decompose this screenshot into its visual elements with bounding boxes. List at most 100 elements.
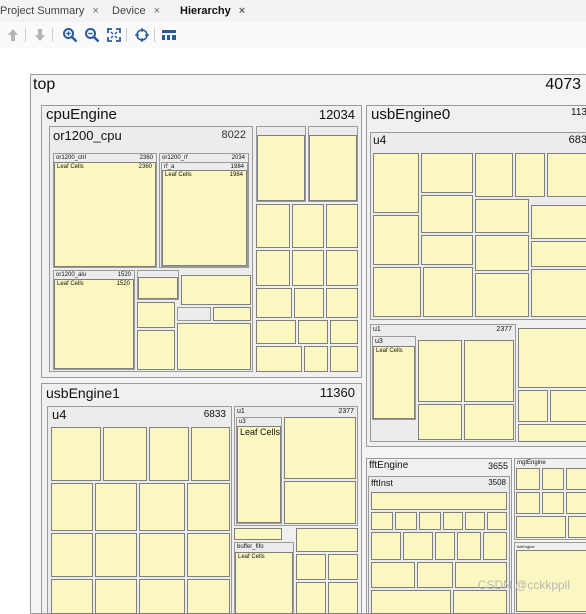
leaf-block[interactable] [296, 582, 326, 614]
leaf-block[interactable] [403, 532, 433, 560]
leaf-block[interactable] [292, 250, 324, 286]
leaf-block[interactable] [483, 532, 507, 560]
leaf-block[interactable] [294, 288, 324, 318]
leaf-block[interactable] [187, 483, 230, 531]
leaf-block[interactable] [256, 288, 292, 318]
close-icon[interactable]: × [154, 5, 160, 17]
legend-icon[interactable] [159, 25, 179, 45]
leaf-block[interactable] [328, 582, 358, 614]
leaf-block[interactable] [137, 302, 175, 328]
tab-project-summary[interactable]: Project Summary × [0, 0, 99, 22]
leaf-block[interactable] [423, 267, 473, 317]
leaf-block[interactable] [326, 288, 358, 318]
leaf-block[interactable] [566, 492, 586, 514]
leaf-block[interactable] [518, 424, 586, 442]
leaf-block[interactable] [465, 512, 485, 530]
crosshair-icon[interactable] [132, 25, 152, 45]
zoom-out-icon[interactable] [82, 25, 102, 45]
leaf-block[interactable] [234, 528, 282, 540]
leaf-block[interactable] [256, 250, 290, 286]
close-icon[interactable]: × [239, 5, 245, 17]
leaf-block[interactable] [103, 427, 147, 481]
zoom-in-icon[interactable] [60, 25, 80, 45]
leaf-cells-block[interactable]: Leaf Cells 2360 [54, 162, 156, 267]
arrow-down-icon[interactable] [30, 25, 50, 45]
leaf-block[interactable] [453, 590, 507, 614]
leaf-block[interactable] [550, 390, 586, 422]
leaf-block[interactable] [515, 153, 545, 197]
leaf-block[interactable] [421, 153, 473, 193]
leaf-block[interactable] [475, 273, 529, 317]
leaf-block[interactable] [296, 528, 358, 552]
leaf-cells-block[interactable]: Leaf Cells 1984 [162, 170, 247, 266]
treemap-node-submodule[interactable] [177, 307, 211, 321]
leaf-block[interactable] [531, 241, 586, 267]
leaf-block[interactable] [518, 328, 586, 388]
leaf-block[interactable] [417, 562, 453, 588]
leaf-block[interactable] [298, 320, 328, 344]
leaf-block[interactable] [95, 533, 137, 577]
leaf-block[interactable] [371, 562, 415, 588]
leaf-block[interactable] [418, 340, 462, 402]
leaf-block[interactable] [256, 320, 296, 344]
leaf-block[interactable] [177, 323, 251, 370]
leaf-block[interactable] [475, 153, 513, 197]
leaf-block[interactable] [419, 512, 441, 530]
leaf-block[interactable] [326, 204, 358, 248]
leaf-cells-block[interactable]: Leaf Cells 1520 [54, 279, 134, 369]
leaf-block[interactable] [475, 199, 529, 233]
leaf-block[interactable] [292, 204, 324, 248]
leaf-cells-block[interactable]: Leaf Cells [373, 346, 415, 419]
leaf-block[interactable] [464, 340, 514, 402]
leaf-block[interactable] [149, 427, 189, 481]
leaf-block[interactable] [187, 579, 230, 614]
leaf-block[interactable] [568, 516, 586, 538]
leaf-block[interactable] [516, 468, 540, 490]
leaf-block[interactable] [464, 404, 514, 440]
leaf-block[interactable] [328, 554, 358, 580]
leaf-block[interactable] [371, 532, 401, 560]
leaf-block[interactable] [371, 492, 507, 510]
leaf-block[interactable] [516, 516, 566, 538]
leaf-block[interactable] [373, 267, 421, 317]
leaf-block[interactable] [187, 533, 230, 577]
leaf-block[interactable] [257, 135, 305, 201]
leaf-block[interactable] [373, 153, 419, 213]
leaf-cells-block[interactable]: Leaf Cells [235, 552, 293, 614]
leaf-block[interactable] [371, 512, 393, 530]
leaf-block[interactable] [284, 417, 356, 479]
leaf-block[interactable] [191, 427, 230, 481]
leaf-block[interactable] [138, 277, 178, 299]
leaf-block[interactable] [95, 483, 137, 531]
leaf-block[interactable] [330, 346, 358, 372]
leaf-block[interactable] [51, 533, 93, 577]
leaf-block[interactable] [95, 579, 137, 614]
leaf-block[interactable] [296, 554, 326, 580]
leaf-block[interactable] [542, 468, 564, 490]
arrow-up-icon[interactable] [3, 25, 23, 45]
close-icon[interactable]: × [92, 5, 98, 17]
leaf-block[interactable] [457, 532, 481, 560]
leaf-block[interactable] [304, 346, 328, 372]
leaf-block[interactable] [371, 590, 451, 614]
leaf-block[interactable] [139, 483, 185, 531]
leaf-block[interactable] [418, 404, 462, 440]
leaf-block[interactable] [373, 215, 419, 265]
tab-hierarchy[interactable]: Hierarchy × [180, 0, 245, 22]
leaf-block[interactable] [542, 492, 564, 514]
leaf-block[interactable] [435, 532, 455, 560]
leaf-block[interactable] [213, 307, 251, 321]
leaf-block[interactable] [330, 320, 358, 344]
leaf-block[interactable] [531, 205, 586, 239]
leaf-block[interactable] [395, 512, 417, 530]
fit-to-window-icon[interactable] [104, 25, 124, 45]
leaf-block[interactable] [51, 579, 93, 614]
leaf-block[interactable] [421, 235, 473, 265]
leaf-block[interactable] [139, 533, 185, 577]
leaf-block[interactable] [309, 135, 357, 201]
leaf-cells-block[interactable]: Leaf Cells [237, 426, 281, 523]
leaf-block[interactable] [566, 468, 586, 490]
leaf-block[interactable] [475, 235, 529, 271]
tab-device[interactable]: Device × [112, 0, 160, 22]
leaf-block[interactable] [256, 204, 290, 248]
